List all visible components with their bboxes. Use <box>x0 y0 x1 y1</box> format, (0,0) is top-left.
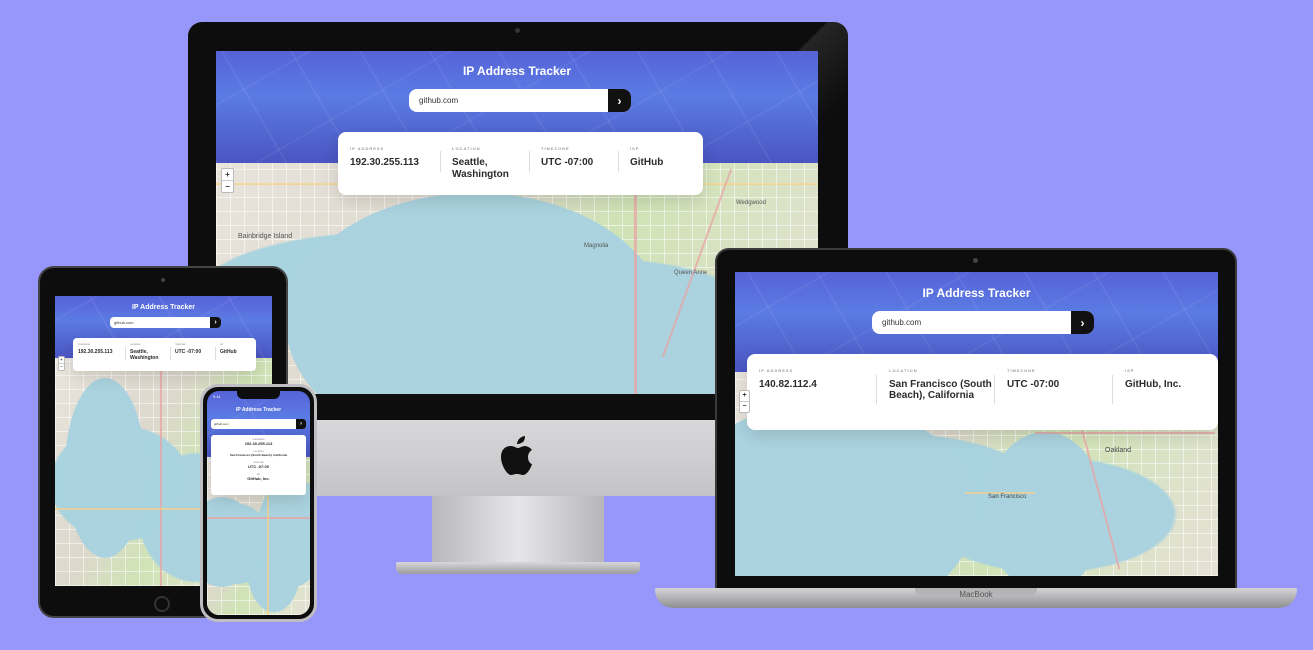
zoom-out-button[interactable]: − <box>740 401 749 412</box>
ip-label: IP ADDRESS <box>78 344 91 346</box>
macbook-brand-label: MacBook <box>959 590 993 599</box>
map-zoom-control: + − <box>58 356 65 371</box>
chevron-right-icon: › <box>617 93 622 108</box>
isp-value: GitHub, Inc. <box>1125 379 1182 390</box>
app-title: IP Address Tracker <box>922 286 1031 300</box>
zoom-in-button[interactable]: + <box>740 391 749 401</box>
apple-logo-icon <box>501 436 532 475</box>
app-title: IP Address Tracker <box>131 304 196 311</box>
location-label: LOCATION <box>452 146 481 151</box>
ip-section: IP ADDRESS 192.30.255.113 <box>78 344 125 365</box>
timezone-value: UTC -07:00 <box>248 464 269 469</box>
isp-value: GitHub <box>630 157 664 168</box>
imac-stand-neck <box>432 496 604 562</box>
map-label-bainbridge: Bainbridge Island <box>238 233 293 240</box>
timezone-value: UTC -07:00 <box>175 349 202 355</box>
timezone-section: TIMEZONE UTC -07:00 <box>994 368 1112 416</box>
ip-label: IP ADDRESS <box>759 368 794 373</box>
app-title: IP Address Tracker <box>235 407 282 413</box>
macbook-screen: San Francisco Oakland IP Address Tracker… <box>735 272 1218 576</box>
imac-camera <box>515 28 520 33</box>
imac-stand-foot <box>396 562 640 574</box>
ip-section: IP ADDRESS 192.30.255.113 <box>350 146 440 181</box>
map-label-queen-anne: Queen Anne <box>674 270 708 276</box>
isp-value: GitHub, Inc. <box>247 476 270 481</box>
map-road <box>1035 432 1215 434</box>
map-label-san-francisco: San Francisco <box>988 494 1027 500</box>
map-zoom-control: + − <box>739 390 750 413</box>
timezone-value: UTC -07:00 <box>541 157 594 168</box>
map-label-oakland: Oakland <box>1105 447 1132 454</box>
location-label: LOCATION <box>889 368 918 373</box>
location-value: San Francisco (South Beach), California <box>229 453 288 457</box>
search-button[interactable]: › <box>296 419 306 429</box>
macbook-camera <box>973 258 978 263</box>
map-water <box>65 378 145 558</box>
map-water <box>207 497 257 587</box>
ip-label: IP ADDRESS <box>350 146 385 151</box>
timezone-label: TIMEZONE <box>541 146 570 151</box>
info-card: IP ADDRESS 192.30.255.113 LOCATION San F… <box>211 435 306 495</box>
ip-value: 192.30.255.113 <box>350 157 419 168</box>
location-section: LOCATION Seattle, Washington <box>125 344 170 365</box>
timezone-label: TIMEZONE <box>175 344 186 346</box>
ip-value: 140.82.112.4 <box>759 379 817 390</box>
chevron-right-icon: › <box>214 319 217 326</box>
ipad-home-button <box>154 596 170 612</box>
iphone-screen: 9:41 IP Address Tracker › IP ADDRESS 192… <box>207 391 310 615</box>
location-label: LOCATION <box>130 344 141 346</box>
info-card: IP ADDRESS 140.82.112.4 LOCATION San Fra… <box>747 354 1218 430</box>
map-label-wedgwood: Wedgwood <box>736 200 766 206</box>
search-input[interactable] <box>409 89 608 112</box>
zoom-out-button[interactable]: − <box>222 180 233 192</box>
timezone-value: UTC -07:00 <box>1007 379 1060 390</box>
search-bar: › <box>110 317 221 328</box>
isp-value: GitHub <box>220 349 237 355</box>
location-value: San Francisco (South Beach), California <box>889 379 992 401</box>
map-zoom-control: + − <box>221 168 234 193</box>
search-input[interactable] <box>110 317 210 328</box>
search-button[interactable]: › <box>608 89 631 112</box>
location-value: Seattle, Washington <box>130 349 159 361</box>
timezone-section: TIMEZONE UTC -07:00 <box>529 146 618 181</box>
map-label-magnolia: Magnolia <box>584 243 609 249</box>
zoom-out-button[interactable]: − <box>59 363 64 370</box>
search-bar: › <box>211 419 306 429</box>
location-value: Seattle, Washington <box>452 157 509 180</box>
iphone-notch <box>237 391 280 399</box>
chevron-right-icon: › <box>300 421 302 427</box>
zoom-in-button[interactable]: + <box>222 169 233 180</box>
location-section: LOCATION Seattle, Washington <box>440 146 529 181</box>
timezone-section: TIMEZONE UTC -07:00 <box>170 344 215 365</box>
map-road <box>207 517 310 519</box>
app-title: IP Address Tracker <box>462 64 572 78</box>
search-bar: › <box>872 311 1094 334</box>
info-card: IP ADDRESS 192.30.255.113 LOCATION Seatt… <box>73 338 256 371</box>
map-road <box>160 358 162 586</box>
isp-label: ISP <box>220 344 224 346</box>
location-section: LOCATION San Francisco (South Beach), Ca… <box>876 368 994 416</box>
ipad-camera <box>161 278 165 282</box>
isp-section: ISP GitHub <box>618 146 688 181</box>
search-input[interactable] <box>211 419 296 429</box>
search-button[interactable]: › <box>210 317 221 328</box>
isp-section: ISP GitHub, Inc. <box>1112 368 1206 416</box>
search-button[interactable]: › <box>1071 311 1094 334</box>
timezone-label: TIMEZONE <box>1007 368 1036 373</box>
isp-section: ISP GitHub <box>215 344 251 365</box>
ip-value: 192.30.255.113 <box>244 441 273 446</box>
search-bar: › <box>409 89 631 112</box>
ip-value: 192.30.255.113 <box>78 349 113 355</box>
ip-section: IP ADDRESS 140.82.112.4 <box>759 368 876 416</box>
chevron-right-icon: › <box>1080 315 1085 330</box>
map-road <box>634 163 637 394</box>
info-card: IP ADDRESS 192.30.255.113 LOCATION Seatt… <box>338 132 703 195</box>
isp-label: ISP <box>1125 368 1135 373</box>
search-input[interactable] <box>872 311 1071 334</box>
isp-label: ISP <box>630 146 640 151</box>
status-time: 9:41 <box>213 394 221 399</box>
